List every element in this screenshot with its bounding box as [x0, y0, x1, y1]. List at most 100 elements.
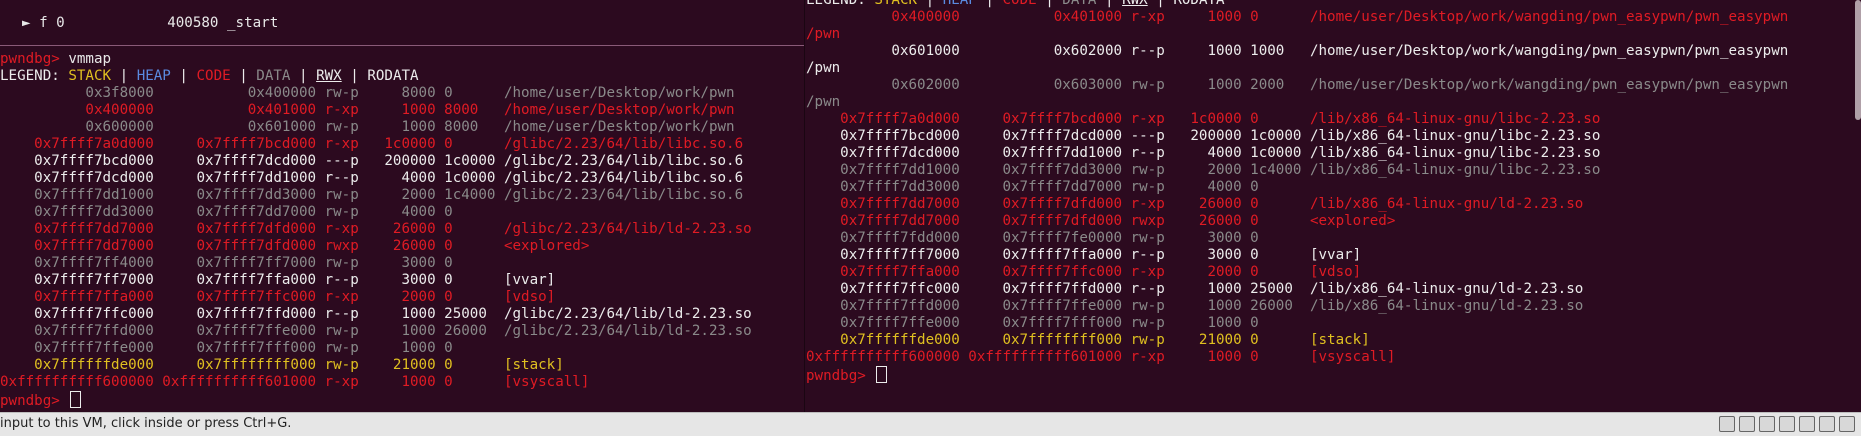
row-size: 1000 [1164, 77, 1242, 93]
row-perm: r--p [316, 170, 359, 186]
right-terminal-pane[interactable]: LEGEND: STACK | HEAP | CODE | DATA | RWX… [806, 0, 1861, 412]
vmmap-row: 0x7ffff7ffc000 0x7ffff7ffd000 r--p 1000 … [0, 306, 752, 323]
row-end: 0x7ffff7ffa000 [153, 272, 317, 288]
row-path [1301, 315, 1310, 331]
row-perm: r-xp [1122, 9, 1165, 25]
vmmap-row: 0xffffffffff600000 0xffffffffff601000 r-… [0, 374, 589, 391]
prompt-line[interactable]: pwndbg> [806, 366, 888, 384]
row-start: 0x7ffff7dd7000 [0, 238, 154, 254]
row-size: 1000 [1164, 43, 1242, 59]
vmmap-row: 0x7ffff7ffe000 0x7ffff7fff000 rw-p 1000 … [0, 340, 504, 357]
row-offset: 1c4000 [1241, 162, 1302, 178]
row-perm: ---p [316, 153, 359, 169]
legend-sep: | [111, 68, 137, 84]
row-start: 0x602000 [806, 77, 960, 93]
disk-icon[interactable] [1719, 416, 1735, 432]
display-icon[interactable] [1839, 416, 1855, 432]
row-end: 0x7ffff7dfd000 [959, 213, 1123, 229]
row-perm: r--p [1122, 247, 1165, 263]
row-size: 1000 [1164, 281, 1242, 297]
cd-icon[interactable] [1739, 416, 1755, 432]
network-icon[interactable] [1759, 416, 1775, 432]
row-end: 0x7ffff7fe0000 [959, 230, 1123, 246]
row-start: 0x600000 [0, 119, 154, 135]
row-path: /lib/x86_64-linux-gnu/ld-2.23.so [1301, 298, 1584, 314]
sound-icon[interactable] [1799, 416, 1815, 432]
row-end: 0x7ffff7ffe000 [153, 323, 317, 339]
row-perm: r-xp [1122, 196, 1165, 212]
row-start: 0x7ffff7ff7000 [806, 247, 960, 263]
row-path: /lib/x86_64-linux-gnu/ld-2.23.so [1301, 281, 1584, 297]
vmmap-row: 0x7ffffffde000 0x7ffffffff000 rw-p 21000… [0, 357, 564, 374]
row-offset: 0 [1241, 230, 1302, 246]
row-perm: r-xp [1122, 264, 1165, 280]
row-perm: rw-p [316, 119, 359, 135]
row-path: [vvar] [495, 272, 556, 288]
row-end: 0x7ffff7dfd000 [153, 238, 317, 254]
row-path: /home/user/Desktop/work/pwn [495, 102, 735, 118]
left-terminal-pane[interactable]: ► f 0 400580 _start pwndbg> vmmap LEGEND… [0, 0, 805, 412]
row-size: 1c0000 [1164, 111, 1242, 127]
row-start: 0x400000 [0, 102, 154, 118]
prompt-line[interactable]: pwndbg> [0, 391, 82, 409]
row-offset: 0 [1241, 111, 1302, 127]
row-end: 0x7ffff7bcd000 [153, 136, 317, 152]
vmmap-row: 0x400000 0x401000 r-xp 1000 8000 /home/u… [0, 102, 735, 119]
row-path: /home/user/Desktop/work/wangding/pwn_eas… [1301, 43, 1789, 59]
row-start: 0x7ffff7ffc000 [0, 306, 154, 322]
row-start: 0x7ffff7ffd000 [806, 298, 960, 314]
legend-rwx: RWX [1122, 0, 1148, 8]
legend-heap: HEAP [942, 0, 977, 8]
row-size: 1000 [1164, 9, 1242, 25]
row-path: [vdso] [495, 289, 556, 305]
row-end: 0x7ffffffff000 [153, 357, 317, 373]
row-perm: r-xp [316, 136, 359, 152]
vmmap-row: 0x601000 0x602000 r--p 1000 1000 /home/u… [806, 43, 1788, 60]
row-size: 4000 [358, 170, 436, 186]
legend-line: LEGEND: STACK | HEAP | CODE | DATA | RWX… [806, 0, 1225, 9]
printer-icon[interactable] [1819, 416, 1835, 432]
legend-rodata: RODATA [367, 68, 419, 84]
row-size: 4000 [358, 204, 436, 220]
prompt: pwndbg> [0, 51, 60, 67]
row-start: 0x7ffff7dd1000 [806, 162, 960, 178]
row-path: /glibc/2.23/64/lib/ld-2.23.so [495, 306, 752, 322]
row-start: 0x7ffff7fdd000 [806, 230, 960, 246]
row-offset: 1000 [1241, 43, 1302, 59]
row-end: 0x601000 [153, 119, 317, 135]
row-start: 0x7ffff7ff7000 [0, 272, 154, 288]
row-perm: r--p [1122, 43, 1165, 59]
scrollbar[interactable] [1855, 0, 1861, 120]
row-offset: 26000 [1241, 298, 1302, 314]
row-end: 0x7ffff7dd1000 [959, 145, 1123, 161]
row-offset: 8000 [435, 102, 496, 118]
row-start: 0x7ffff7dd7000 [0, 221, 154, 237]
row-start: 0x601000 [806, 43, 960, 59]
vmmap-row: 0x7ffff7dcd000 0x7ffff7dd1000 r--p 4000 … [0, 170, 743, 187]
row-perm: r-xp [316, 289, 359, 305]
vmmap-row: 0x3f8000 0x400000 rw-p 8000 0 /home/user… [0, 85, 734, 102]
vmmap-row: 0x7ffff7dcd000 0x7ffff7dd1000 r--p 4000 … [806, 145, 1600, 162]
legend-code: CODE [1002, 0, 1037, 8]
vmmap-row: 0x7ffff7dd1000 0x7ffff7dd3000 rw-p 2000 … [0, 187, 743, 204]
row-size: 3000 [358, 255, 436, 271]
row-start: 0x7ffff7dd3000 [0, 204, 154, 220]
row-offset: 0 [1241, 264, 1302, 280]
row-path: /glibc/2.23/64/lib/libc.so.6 [495, 136, 744, 152]
row-perm: rwxp [1122, 213, 1165, 229]
row-end: 0x7ffff7dfd000 [959, 196, 1123, 212]
usb-icon[interactable] [1779, 416, 1795, 432]
row-path: /lib/x86_64-linux-gnu/ld-2.23.so [1301, 196, 1584, 212]
row-path [495, 255, 504, 271]
row-path: [vdso] [1301, 264, 1362, 280]
vmmap-row: 0x7ffff7dd7000 0x7ffff7dfd000 r-xp 26000… [806, 196, 1583, 213]
row-offset: 0 [435, 255, 496, 271]
vmmap-row: 0x7ffff7bcd000 0x7ffff7dcd000 ---p 20000… [806, 128, 1600, 145]
row-size: 21000 [1164, 332, 1242, 348]
row-offset: 0 [435, 136, 496, 152]
row-offset: 0 [435, 357, 496, 373]
row-end: 0x7ffff7ffe000 [959, 298, 1123, 314]
row-start: 0x3f8000 [0, 85, 154, 101]
row-offset: 0 [435, 374, 496, 390]
row-end: 0x7ffff7dfd000 [153, 221, 317, 237]
